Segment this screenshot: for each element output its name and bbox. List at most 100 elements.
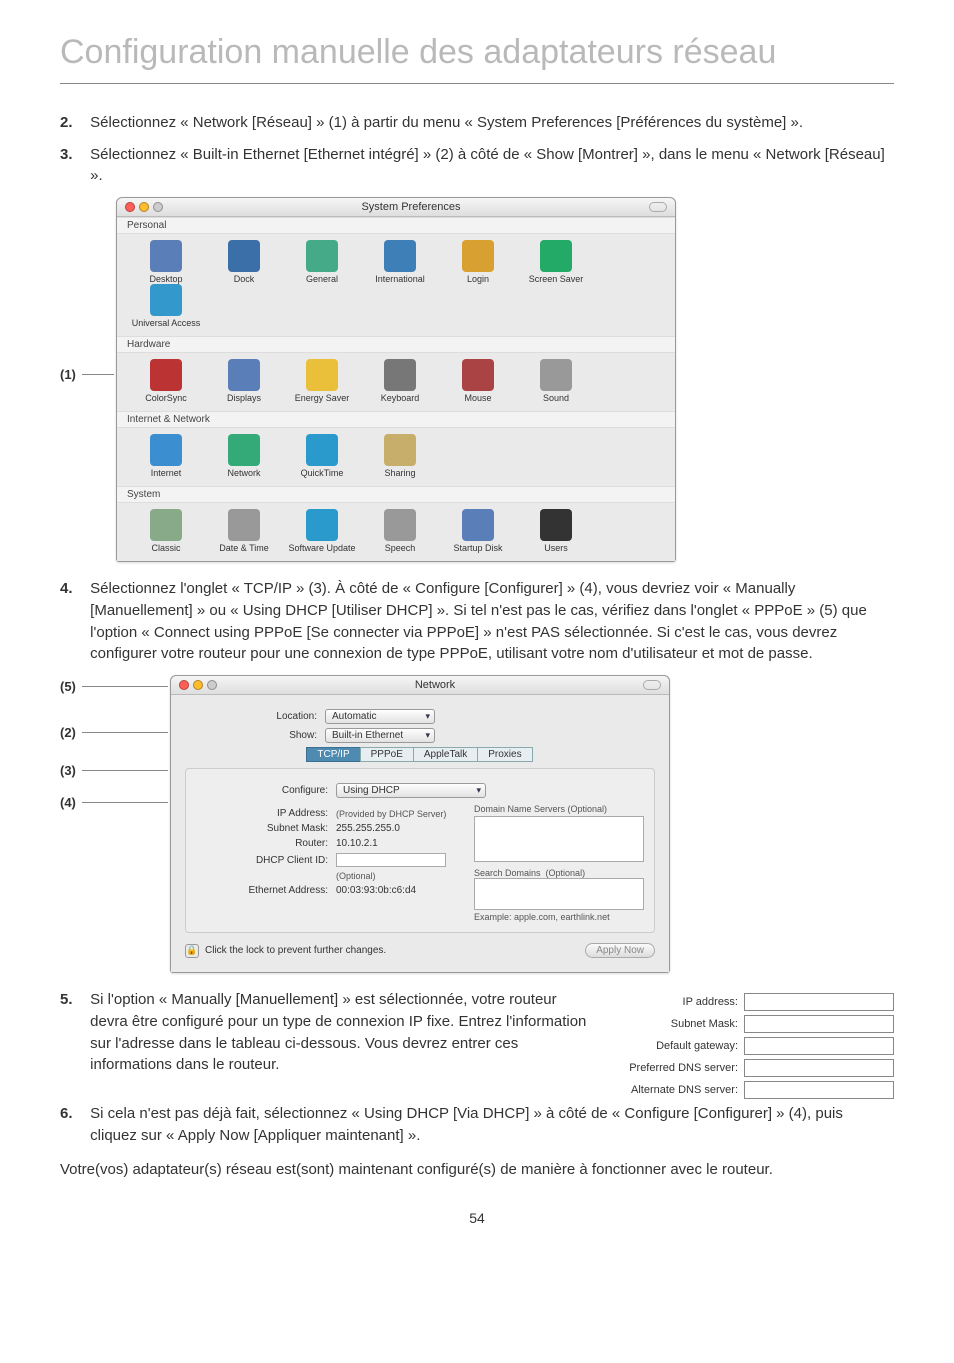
lock-icon[interactable]: 🔒 [185, 944, 199, 958]
pref-item-classic[interactable]: Classic [127, 509, 205, 553]
configure-select[interactable]: Using DHCP [336, 783, 486, 798]
lock-text: Click the lock to prevent further change… [205, 945, 386, 956]
pref-item-mouse[interactable]: Mouse [439, 359, 517, 403]
step-4-text: Sélectionnez l'onglet « TCP/IP » (3). À … [90, 578, 892, 665]
pref-item-label: Universal Access [127, 318, 205, 328]
pref-item-desktop[interactable]: Desktop [127, 240, 205, 284]
minimize-icon[interactable] [193, 680, 203, 690]
ether-label: Ethernet Address: [196, 885, 336, 896]
software-update-icon [306, 509, 338, 541]
pref-item-energy-saver[interactable]: Energy Saver [283, 359, 361, 403]
universal-access-icon [150, 284, 182, 316]
zoom-icon[interactable] [153, 202, 163, 212]
sound-icon [540, 359, 572, 391]
search-domains-label: Search Domains [474, 868, 541, 878]
ip-table-row: Preferred DNS server: [614, 1059, 894, 1077]
pref-item-label: Speech [361, 543, 439, 553]
pref-item-label: International [361, 274, 439, 284]
sysprefs-title: System Preferences [173, 201, 649, 213]
ip-address-note: (Provided by DHCP Server) [336, 809, 446, 819]
page-title: Configuration manuelle des adaptateurs r… [60, 32, 894, 84]
ip-table-input[interactable] [744, 993, 894, 1011]
pref-item-sharing[interactable]: Sharing [361, 434, 439, 478]
pref-item-sound[interactable]: Sound [517, 359, 595, 403]
tcpip-panel: Configure: Using DHCP IP Address:(Provid… [185, 768, 655, 933]
desktop-icon [150, 240, 182, 272]
toolbar-toggle-icon[interactable] [649, 202, 667, 212]
pref-item-speech[interactable]: Speech [361, 509, 439, 553]
close-icon[interactable] [125, 202, 135, 212]
location-label: Location: [185, 711, 325, 722]
sysprefs-titlebar: System Preferences [117, 198, 675, 217]
callout-1: (1) [60, 367, 76, 382]
mouse-icon [462, 359, 494, 391]
router-value: 10.10.2.1 [336, 838, 378, 849]
pref-item-label: Startup Disk [439, 543, 517, 553]
network-titlebar: Network [171, 676, 669, 695]
pref-item-dock[interactable]: Dock [205, 240, 283, 284]
pref-item-label: QuickTime [283, 468, 361, 478]
step-3-num: 3. [60, 144, 86, 166]
callout-3: (3) [60, 763, 76, 778]
pref-item-label: Mouse [439, 393, 517, 403]
sharing-icon [384, 434, 416, 466]
general-icon [306, 240, 338, 272]
ip-table-input[interactable] [744, 1081, 894, 1099]
ip-table-label: Default gateway: [614, 1040, 744, 1052]
tab-proxies[interactable]: Proxies [477, 747, 532, 762]
date-time-icon [228, 509, 260, 541]
tab-pppoe[interactable]: PPPoE [360, 747, 414, 762]
tab-tcpip[interactable]: TCP/IP [306, 747, 360, 762]
section-label: System [117, 486, 675, 503]
dhcp-client-note: (Optional) [336, 871, 376, 881]
network-icon [228, 434, 260, 466]
pref-item-international[interactable]: International [361, 240, 439, 284]
toolbar-toggle-icon[interactable] [643, 680, 661, 690]
screen-saver-icon [540, 240, 572, 272]
close-icon[interactable] [179, 680, 189, 690]
pref-item-universal-access[interactable]: Universal Access [127, 284, 205, 328]
ip-table-label: Preferred DNS server: [614, 1062, 744, 1074]
pref-item-label: Software Update [283, 543, 361, 553]
page-number: 54 [60, 1210, 894, 1226]
location-select[interactable]: Automatic [325, 709, 435, 724]
pref-item-quicktime[interactable]: QuickTime [283, 434, 361, 478]
step-4-num: 4. [60, 578, 86, 600]
show-select[interactable]: Built-in Ethernet [325, 728, 435, 743]
search-domains-textarea[interactable] [474, 878, 644, 910]
pref-item-login[interactable]: Login [439, 240, 517, 284]
closing-paragraph: Votre(vos) adaptateur(s) réseau est(sont… [60, 1159, 894, 1181]
ip-table-input[interactable] [744, 1037, 894, 1055]
displays-icon [228, 359, 260, 391]
pref-item-internet[interactable]: Internet [127, 434, 205, 478]
pref-item-label: Network [205, 468, 283, 478]
step-3: 3. Sélectionnez « Built-in Ethernet [Eth… [60, 144, 894, 188]
step-5: 5. Si l'option « Manually [Manuellement]… [60, 989, 596, 1076]
zoom-icon[interactable] [207, 680, 217, 690]
startup-disk-icon [462, 509, 494, 541]
pref-item-network[interactable]: Network [205, 434, 283, 478]
pref-item-software-update[interactable]: Software Update [283, 509, 361, 553]
apply-now-button[interactable]: Apply Now [585, 943, 655, 958]
pref-item-label: General [283, 274, 361, 284]
pref-item-startup-disk[interactable]: Startup Disk [439, 509, 517, 553]
pref-item-colorsync[interactable]: ColorSync [127, 359, 205, 403]
pref-item-general[interactable]: General [283, 240, 361, 284]
minimize-icon[interactable] [139, 202, 149, 212]
pref-item-displays[interactable]: Displays [205, 359, 283, 403]
pref-item-label: Dock [205, 274, 283, 284]
dns-textarea[interactable] [474, 816, 644, 862]
subnet-value: 255.255.255.0 [336, 823, 400, 834]
step-6-num: 6. [60, 1103, 86, 1125]
tab-appletalk[interactable]: AppleTalk [413, 747, 478, 762]
pref-item-users[interactable]: Users [517, 509, 595, 553]
pref-item-keyboard[interactable]: Keyboard [361, 359, 439, 403]
ip-table-input[interactable] [744, 1015, 894, 1033]
pref-item-screen-saver[interactable]: Screen Saver [517, 240, 595, 284]
ip-table-input[interactable] [744, 1059, 894, 1077]
ip-info-table: IP address:Subnet Mask:Default gateway:P… [614, 993, 894, 1103]
colorsync-icon [150, 359, 182, 391]
dhcp-client-input[interactable] [336, 853, 446, 867]
pref-item-label: Sound [517, 393, 595, 403]
pref-item-date-time[interactable]: Date & Time [205, 509, 283, 553]
